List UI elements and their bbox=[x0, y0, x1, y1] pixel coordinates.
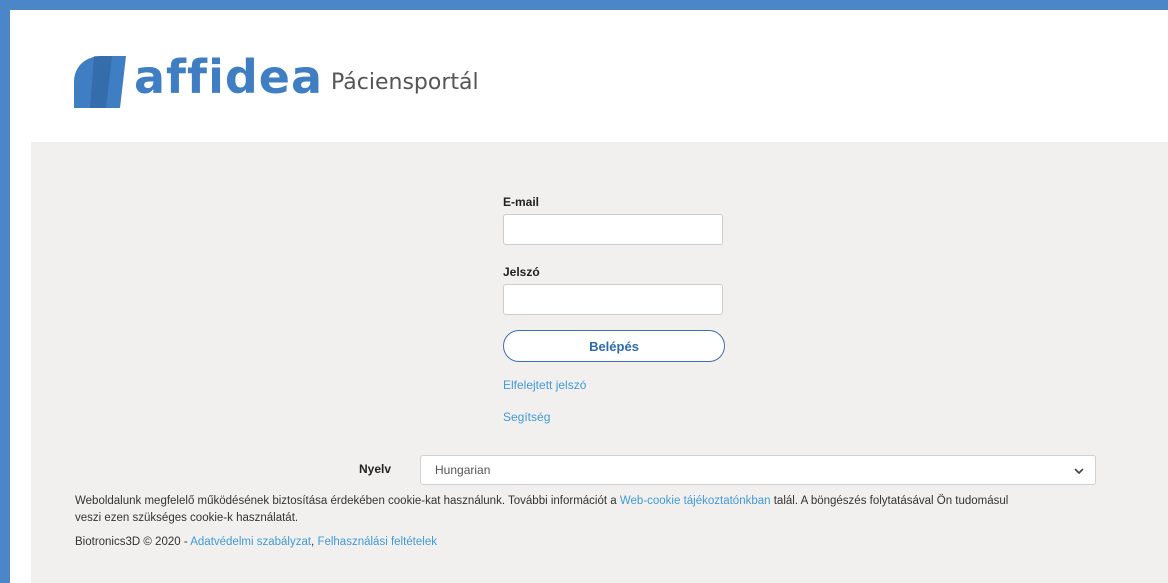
copyright-text: Biotronics3D © 2020 - bbox=[75, 536, 191, 548]
language-label: Nyelv bbox=[359, 462, 392, 476]
language-select[interactable]: Hungarian bbox=[420, 455, 1096, 485]
email-field[interactable] bbox=[503, 214, 723, 245]
header: affidea Páciensportál bbox=[10, 10, 1168, 142]
terms-of-use-link[interactable]: Felhasználási feltételek bbox=[317, 536, 437, 548]
brand-logo: affidea Páciensportál bbox=[60, 52, 479, 108]
page-frame: affidea Páciensportál E-mail Jelszó Belé… bbox=[10, 10, 1168, 583]
email-label: E-mail bbox=[503, 195, 540, 209]
footer: Biotronics3D © 2020 - Adatvédelmi szabál… bbox=[75, 536, 437, 548]
chevron-down-icon bbox=[1074, 468, 1084, 474]
login-button[interactable]: Belépés bbox=[503, 330, 725, 362]
password-field[interactable] bbox=[503, 284, 723, 315]
help-link[interactable]: Segítség bbox=[503, 410, 550, 424]
affidea-logo-icon bbox=[74, 56, 126, 108]
password-label: Jelszó bbox=[503, 265, 540, 279]
privacy-policy-link[interactable]: Adatvédelmi szabályzat bbox=[190, 536, 311, 548]
cookie-policy-link[interactable]: Web-cookie tájékoztatónkban bbox=[620, 495, 771, 507]
brand-logo-text: affidea bbox=[134, 50, 324, 104]
cookie-notice-text-start: Weboldalunk megfelelő működésének biztos… bbox=[75, 495, 620, 507]
language-selected-value: Hungarian bbox=[435, 463, 491, 477]
cookie-notice: Weboldalunk megfelelő működésének biztos… bbox=[75, 493, 1035, 527]
login-panel: E-mail Jelszó Belépés Elfelejtett jelszó… bbox=[31, 142, 1168, 583]
forgot-password-link[interactable]: Elfelejtett jelszó bbox=[503, 378, 586, 392]
portal-name: Páciensportál bbox=[331, 69, 479, 95]
